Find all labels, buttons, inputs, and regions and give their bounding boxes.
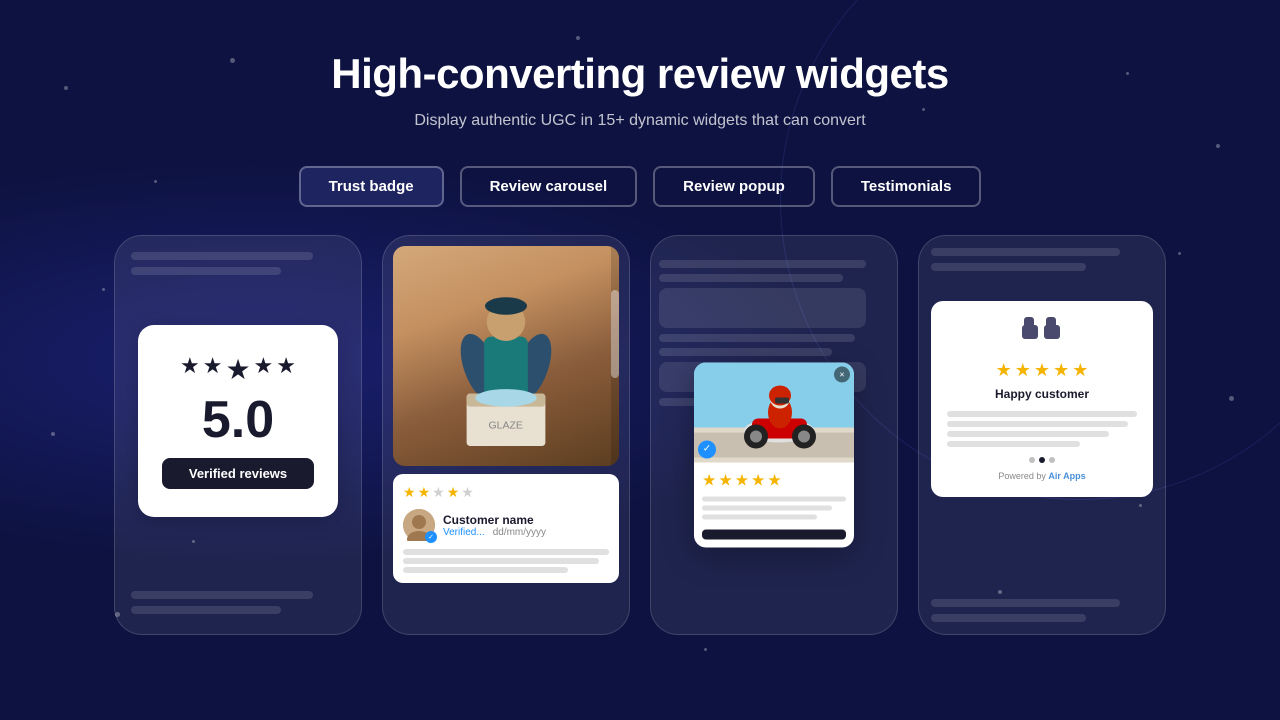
popup-line-2 (702, 505, 832, 510)
carousel-review-card: ★ ★ ★ ★ ★ ✓ Cu (393, 474, 619, 583)
dot-2 (1039, 457, 1045, 463)
p-star-5: ★ (767, 470, 781, 490)
tab-review-carousel[interactable]: Review carousel (460, 166, 638, 207)
c-star-3: ★ (432, 484, 445, 501)
happy-customer-label: Happy customer (995, 387, 1089, 401)
dot-1 (1029, 457, 1035, 463)
p-star-4: ★ (751, 470, 765, 490)
popup-modal: × ✓ ★ ★ ★ ★ ★ (694, 362, 854, 547)
t-line-2 (947, 421, 1128, 427)
tab-trust-badge[interactable]: Trust badge (299, 166, 444, 207)
reviewer-meta: Verified... dd/mm/yyyy (443, 527, 609, 538)
t-star-3: ★ (1034, 360, 1050, 381)
review-popup-phone: × ✓ ★ ★ ★ ★ ★ (650, 235, 898, 635)
stars-display: ★ ★ ★ ★ ★ (180, 353, 296, 386)
popup-action-bar (702, 529, 846, 539)
c-star-2: ★ (418, 484, 431, 501)
popup-stars: ★ ★ ★ ★ ★ (702, 470, 846, 490)
p-star-1: ★ (702, 470, 716, 490)
svg-text:GLAZE: GLAZE (489, 420, 523, 432)
page-title: High-converting review widgets (331, 50, 948, 98)
t-line-4 (947, 441, 1080, 447)
carousel-stars: ★ ★ ★ ★ ★ (403, 484, 609, 501)
review-carousel-phone: GLAZE ★ ★ ★ ★ ★ (382, 235, 630, 635)
star-4: ★ (254, 353, 274, 386)
testimonials-phone: ★ ★ ★ ★ ★ Happy customer (918, 235, 1166, 635)
air-apps-link[interactable]: Air Apps (1048, 471, 1085, 481)
popup-line-1 (702, 496, 846, 501)
t-star-1: ★ (996, 360, 1012, 381)
star-1: ★ (180, 353, 200, 386)
popup-close-button[interactable]: × (834, 366, 850, 382)
tabs-container: Trust badge Review carousel Review popup… (299, 166, 982, 207)
review-line-3 (403, 567, 568, 573)
popup-content: ★ ★ ★ ★ ★ (694, 462, 854, 547)
popup-product-image: × ✓ (694, 362, 854, 462)
verified-reviews-button: Verified reviews (162, 458, 314, 489)
main-content: High-converting review widgets Display a… (0, 0, 1280, 635)
reviewer-row: ✓ Customer name Verified... dd/mm/yyyy (403, 509, 609, 541)
widgets-row: ★ ★ ★ ★ ★ 5.0 Verified reviews (114, 235, 1166, 635)
verified-badge: ✓ (425, 531, 437, 543)
powered-by-text: Powered by Air Apps (947, 471, 1137, 481)
p-star-2: ★ (718, 470, 732, 490)
review-line-2 (403, 558, 599, 564)
review-text-lines (403, 549, 609, 573)
reviewer-avatar: ✓ (403, 509, 435, 541)
review-line-1 (403, 549, 609, 555)
tab-review-popup[interactable]: Review popup (653, 166, 815, 207)
close-icon: × (839, 369, 844, 379)
t-star-5: ★ (1072, 360, 1088, 381)
c-star-1: ★ (403, 484, 416, 501)
rating-number: 5.0 (202, 394, 274, 446)
p-star-3: ★ (735, 470, 749, 490)
testimonial-text-lines (947, 411, 1137, 447)
page-subtitle: Display authentic UGC in 15+ dynamic wid… (414, 112, 865, 130)
quote-icon (1022, 317, 1062, 352)
star-5: ★ (276, 353, 296, 386)
popup-text-lines (702, 496, 846, 539)
trust-badge-phone: ★ ★ ★ ★ ★ 5.0 Verified reviews (114, 235, 362, 635)
testimonial-card: ★ ★ ★ ★ ★ Happy customer (931, 301, 1153, 497)
verified-text: Verified... (443, 527, 485, 538)
trust-badge-card: ★ ★ ★ ★ ★ 5.0 Verified reviews (138, 325, 338, 517)
tab-testimonials[interactable]: Testimonials (831, 166, 982, 207)
star-3: ★ (225, 353, 250, 386)
t-line-3 (947, 431, 1109, 437)
carousel-dots (947, 457, 1137, 463)
review-date: dd/mm/yyyy (493, 527, 546, 538)
testimonial-stars: ★ ★ ★ ★ ★ (996, 360, 1089, 381)
popup-line-3 (702, 514, 817, 519)
dot-3 (1049, 457, 1055, 463)
t-line-1 (947, 411, 1137, 417)
reviewer-info: Customer name Verified... dd/mm/yyyy (443, 513, 609, 538)
t-star-2: ★ (1015, 360, 1031, 381)
c-star-4: ★ (447, 484, 460, 501)
c-star-5: ★ (461, 484, 474, 501)
check-icon: ✓ (703, 444, 711, 455)
popup-check-badge: ✓ (698, 440, 716, 458)
star-2: ★ (203, 353, 223, 386)
powered-by-label: Powered by (998, 471, 1048, 481)
t-star-4: ★ (1053, 360, 1069, 381)
reviewer-name: Customer name (443, 513, 609, 527)
